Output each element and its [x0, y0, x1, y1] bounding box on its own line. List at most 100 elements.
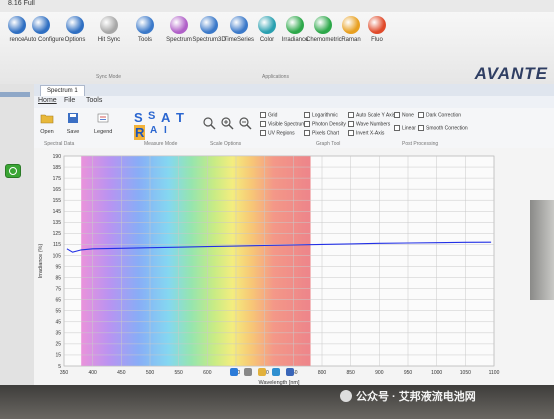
main-ribbon: rence Auto Configure Options Hit Sync Tools S…: [0, 12, 554, 85]
tools-icon: [136, 16, 154, 34]
y-tick-label: 15: [55, 353, 61, 359]
zoom-icon[interactable]: [202, 116, 216, 130]
window-title: 8.16 Full: [8, 0, 35, 7]
raman-icon: [342, 16, 360, 34]
spectrum-chart-area: 190 185 175 165 155 145 135 125 115 105 95 85 75 65 55…: [34, 148, 554, 388]
auto-scale-checkbox[interactable]: Auto Scale Y Axis: [348, 112, 395, 118]
document-tabs: Spectrum 1: [34, 84, 554, 96]
transmission-button[interactable]: T: [176, 110, 184, 125]
absorbance-button[interactable]: A: [161, 110, 170, 125]
power-button[interactable]: [5, 164, 21, 178]
menu-tab-home[interactable]: Home: [38, 97, 57, 104]
invert-x-axis-checkbox[interactable]: Invert X-Axis: [348, 130, 384, 136]
y-tick-label: 185: [53, 165, 62, 171]
x-tick-label: 950: [404, 370, 413, 376]
left-panel: [0, 84, 35, 419]
color-icon: [258, 16, 276, 34]
screen: 8.16 Full rence Auto Configure Options Hit …: [0, 0, 554, 419]
y-tick-label: 45: [55, 320, 61, 326]
scale-options-group-label: Scale Options: [210, 141, 242, 147]
save-button[interactable]: Save: [66, 111, 80, 135]
spectrum3d-icon: [200, 16, 218, 34]
y-tick-label: 190: [53, 154, 62, 160]
y-tick-label: 135: [53, 220, 62, 226]
ribbon-button-label: Options: [64, 37, 86, 43]
y-tick-label: 125: [53, 231, 62, 237]
legend-button[interactable]: Legend: [94, 111, 112, 135]
options-icon: [66, 16, 84, 34]
y-tick-label: 95: [55, 264, 61, 270]
y-tick-label: 165: [53, 187, 62, 193]
ribbon-button-hit-sync[interactable]: Hit Sync: [92, 16, 126, 43]
fluo-icon: [368, 16, 386, 34]
folder-icon: [40, 114, 54, 124]
y-tick-label: 155: [53, 198, 62, 204]
applications-group-label: Applications: [262, 74, 289, 80]
photon-density-checkbox[interactable]: Photon Density: [304, 121, 346, 127]
pixels-chart-checkbox[interactable]: Pixels Chart: [304, 130, 339, 136]
ribbon-button-label: Hit Sync: [97, 37, 121, 43]
open-button[interactable]: Open: [40, 111, 54, 135]
watermark-text: 公众号 · 艾邦液流电池网: [356, 391, 476, 403]
x-tick-label: 400: [88, 370, 97, 376]
y-tick-label: 105: [53, 253, 62, 259]
y-tick-label: 25: [55, 342, 61, 348]
ribbon-button-options[interactable]: Options: [58, 16, 92, 43]
uv-regions-checkbox[interactable]: UV Regions: [260, 130, 295, 136]
wechat-icon: [340, 390, 352, 402]
ribbon-button-spectrum3d[interactable]: Spectrum3D: [192, 16, 226, 43]
ribbon-button-tools[interactable]: Tools: [128, 16, 162, 43]
browser-icon[interactable]: [272, 368, 280, 376]
app-icon[interactable]: [286, 368, 294, 376]
spectrum-chart[interactable]: 1901851751651551451351251151059585756555…: [34, 148, 554, 388]
zoom-in-icon[interactable]: [220, 116, 234, 130]
legend-icon: [97, 113, 109, 123]
title-bar: 8.16 Full: [0, 0, 554, 12]
logarithmic-checkbox[interactable]: Logarithmic: [304, 112, 338, 118]
linear-radio[interactable]: Linear: [394, 125, 416, 131]
hit-sync-icon: [100, 16, 118, 34]
menu-tab-file[interactable]: File: [64, 97, 75, 104]
folder-icon[interactable]: [258, 368, 266, 376]
x-tick-label: 450: [117, 370, 126, 376]
start-icon[interactable]: [230, 368, 238, 376]
reflection-button[interactable]: R: [134, 125, 146, 140]
wave-numbers-checkbox[interactable]: Wave Numbers: [348, 121, 390, 127]
x-tick-label: 1050: [460, 370, 471, 376]
ribbon-button-auto-configure[interactable]: Auto Configure: [24, 16, 64, 43]
y-tick-label: 55: [55, 309, 61, 315]
search-icon[interactable]: [244, 368, 252, 376]
grid-checkbox[interactable]: Grid: [260, 112, 277, 118]
abs-irradiance-button[interactable]: A: [150, 125, 157, 136]
x-tick-label: 350: [60, 370, 69, 376]
scope-mode-button[interactable]: S: [134, 110, 143, 125]
menu-tab-tools[interactable]: Tools: [86, 97, 102, 104]
brand-logo: AVANTE: [474, 64, 548, 83]
ribbon-button-label: Fluo: [371, 37, 383, 43]
save-icon: [68, 113, 78, 123]
y-tick-label: 5: [58, 364, 61, 370]
smooth-correction-checkbox[interactable]: Smooth Correction: [418, 125, 468, 131]
x-tick-label: 500: [146, 370, 155, 376]
menu-tabs: Home File Tools: [34, 96, 554, 108]
ribbon-button-label: Spectrum: [166, 37, 192, 43]
y-tick-label: 115: [53, 242, 61, 248]
ribbon-button-fluo[interactable]: Fluo: [360, 16, 394, 43]
ribbon-button-spectrum[interactable]: Spectrum: [162, 16, 196, 43]
y-tick-label: 35: [55, 331, 61, 337]
graph-tool-group-label: Graph Tool: [316, 141, 341, 147]
irradiance-icon: [286, 16, 304, 34]
save-label: Save: [66, 129, 80, 135]
dark-correction-checkbox[interactable]: Dark Correction: [418, 112, 461, 118]
measure-mode-group-label: Measure Mode: [144, 141, 178, 147]
zoom-out-icon[interactable]: [238, 116, 252, 130]
none-radio[interactable]: None: [394, 112, 414, 118]
ribbon-button-label: Spectrum3D: [192, 37, 226, 43]
ribbon-button-label: Tools: [137, 37, 152, 43]
y-tick-label: 145: [53, 209, 62, 215]
scope-minus-dark-button[interactable]: S: [148, 110, 155, 122]
rel-irradiance-button[interactable]: I: [164, 125, 167, 136]
visible-spectrum-checkbox[interactable]: Visible Spectrum: [260, 121, 305, 127]
tab-spectrum-1[interactable]: Spectrum 1: [40, 85, 85, 96]
panel-header: [0, 92, 30, 97]
